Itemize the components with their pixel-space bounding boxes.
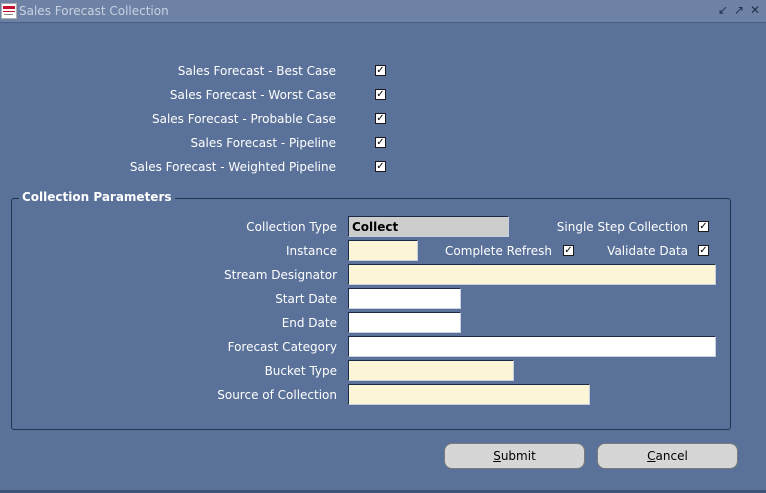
single-step-collection-checkbox[interactable]: ✓	[698, 221, 709, 232]
cancel-mnemonic: C	[647, 449, 656, 463]
end-date-field[interactable]	[348, 312, 461, 333]
oracle-app-icon	[1, 3, 17, 19]
forecast-category-field[interactable]	[348, 336, 716, 357]
forecast-pipeline-checkbox[interactable]: ✓	[375, 137, 386, 148]
bucket-type-label: Bucket Type	[264, 364, 337, 378]
forecast-best-case-checkbox[interactable]: ✓	[375, 65, 386, 76]
complete-refresh-checkbox[interactable]: ✓	[563, 245, 574, 256]
forecast-pipeline-label: Sales Forecast - Pipeline	[190, 136, 336, 150]
window-controls: ↙ ↗ ✕	[716, 3, 762, 17]
collection-type-label: Collection Type	[246, 220, 337, 234]
source-of-collection-field[interactable]	[348, 384, 590, 405]
window-title: Sales Forecast Collection	[19, 4, 169, 18]
instance-label: Instance	[285, 244, 337, 258]
minimize-icon[interactable]: ↙	[716, 3, 730, 17]
single-step-collection-label: Single Step Collection	[556, 220, 688, 234]
submit-button[interactable]: Submit	[444, 443, 585, 469]
forecast-probable-case-label: Sales Forecast - Probable Case	[151, 112, 336, 126]
source-of-collection-label: Source of Collection	[217, 388, 337, 402]
cancel-button[interactable]: Cancel	[597, 443, 738, 469]
forecast-weighted-pipeline-label: Sales Forecast - Weighted Pipeline	[129, 160, 336, 174]
validate-data-label: Validate Data	[607, 244, 688, 258]
close-icon[interactable]: ✕	[748, 3, 762, 17]
submit-mnemonic: S	[493, 449, 501, 463]
cancel-label-rest: ancel	[655, 449, 688, 463]
stream-designator-field[interactable]	[348, 264, 716, 285]
submit-label-rest: ubmit	[500, 449, 536, 463]
forecast-weighted-pipeline-checkbox[interactable]: ✓	[375, 161, 386, 172]
complete-refresh-label: Complete Refresh	[445, 244, 552, 258]
forecast-best-case-label: Sales Forecast - Best Case	[177, 64, 336, 78]
forecast-worst-case-label: Sales Forecast - Worst Case	[169, 88, 336, 102]
stream-designator-label: Stream Designator	[224, 268, 337, 282]
end-date-label: End Date	[281, 316, 337, 330]
forecast-category-label: Forecast Category	[227, 340, 337, 354]
start-date-label: Start Date	[275, 292, 337, 306]
forecast-worst-case-checkbox[interactable]: ✓	[375, 89, 386, 100]
bucket-type-field[interactable]	[348, 360, 514, 381]
collection-parameters-title: Collection Parameters	[19, 190, 175, 204]
maximize-icon[interactable]: ↗	[732, 3, 746, 17]
validate-data-checkbox[interactable]: ✓	[698, 245, 709, 256]
start-date-field[interactable]	[348, 288, 461, 309]
instance-field[interactable]	[348, 240, 418, 261]
title-bar: Sales Forecast Collection ↙ ↗ ✕	[0, 0, 766, 23]
collection-type-field[interactable]: Collect	[348, 216, 509, 237]
forecast-probable-case-checkbox[interactable]: ✓	[375, 113, 386, 124]
